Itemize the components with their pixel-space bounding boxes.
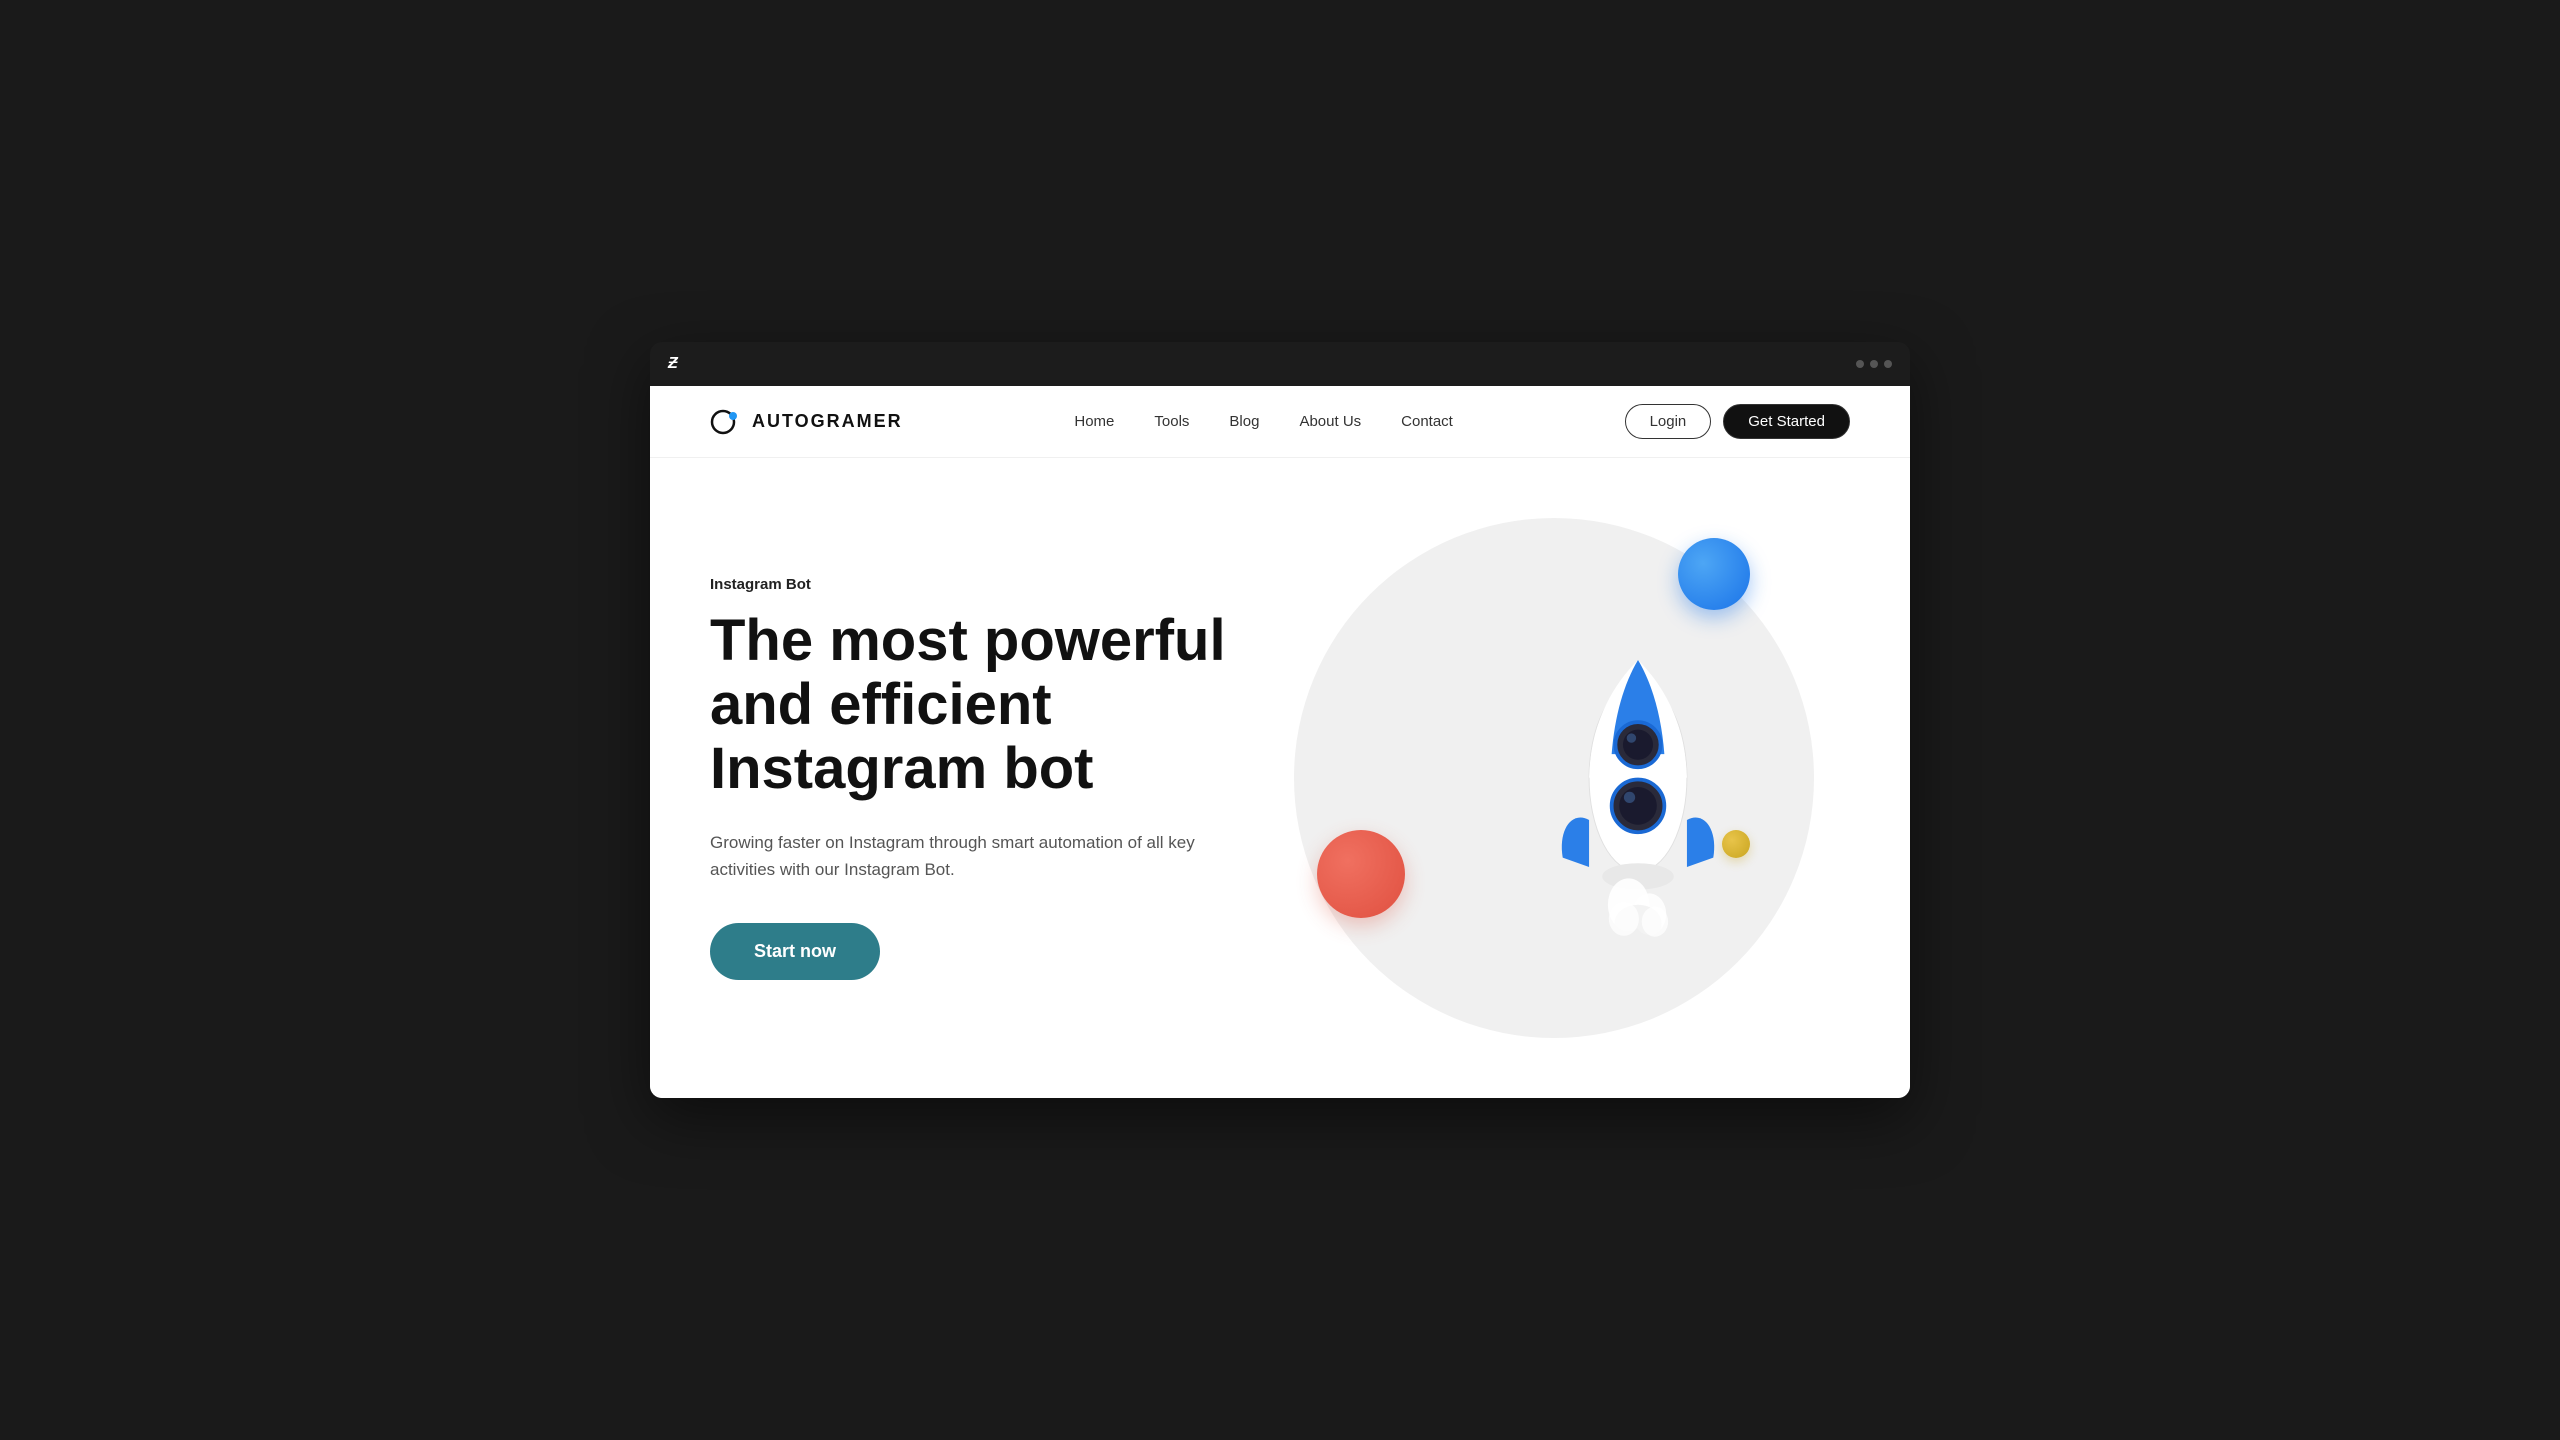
sphere-gold [1722,830,1750,858]
dot-2 [1870,360,1878,368]
nav-actions: Login Get Started [1625,404,1850,439]
nav-blog[interactable]: Blog [1229,413,1259,430]
logo-area: AUTOGRAMER [710,406,903,438]
login-button[interactable]: Login [1625,404,1712,439]
get-started-button[interactable]: Get Started [1723,404,1850,439]
nav-home[interactable]: Home [1074,413,1114,430]
sphere-blue [1678,538,1750,610]
nav-links: Home Tools Blog About Us Contact [1074,413,1452,430]
hero-section: Instagram Bot The most powerful and effi… [650,458,1910,1098]
browser-dots [1856,360,1892,368]
hero-right [1257,518,1850,1038]
nav-tools[interactable]: Tools [1154,413,1189,430]
hero-left: Instagram Bot The most powerful and effi… [710,576,1257,980]
page-content: AUTOGRAMER Home Tools Blog About Us Cont… [650,386,1910,1098]
dot-1 [1856,360,1864,368]
sphere-red [1317,830,1405,918]
browser-titlebar: Ƶ [650,342,1910,386]
browser-logo-icon: Ƶ [668,355,678,373]
nav-about[interactable]: About Us [1299,413,1361,430]
rocket-container [1498,632,1778,957]
hero-subtitle: Instagram Bot [710,576,1257,593]
logo-icon [710,406,742,438]
hero-description: Growing faster on Instagram through smar… [710,829,1230,883]
rocket-illustration [1498,632,1778,952]
logo-text: AUTOGRAMER [752,411,903,432]
hero-title: The most powerful and efficient Instagra… [710,609,1257,800]
start-now-button[interactable]: Start now [710,923,880,980]
navbar: AUTOGRAMER Home Tools Blog About Us Cont… [650,386,1910,458]
browser-window: Ƶ AUTOGRAMER Home Tools Blog About Us [650,342,1910,1098]
dot-3 [1884,360,1892,368]
nav-contact[interactable]: Contact [1401,413,1453,430]
